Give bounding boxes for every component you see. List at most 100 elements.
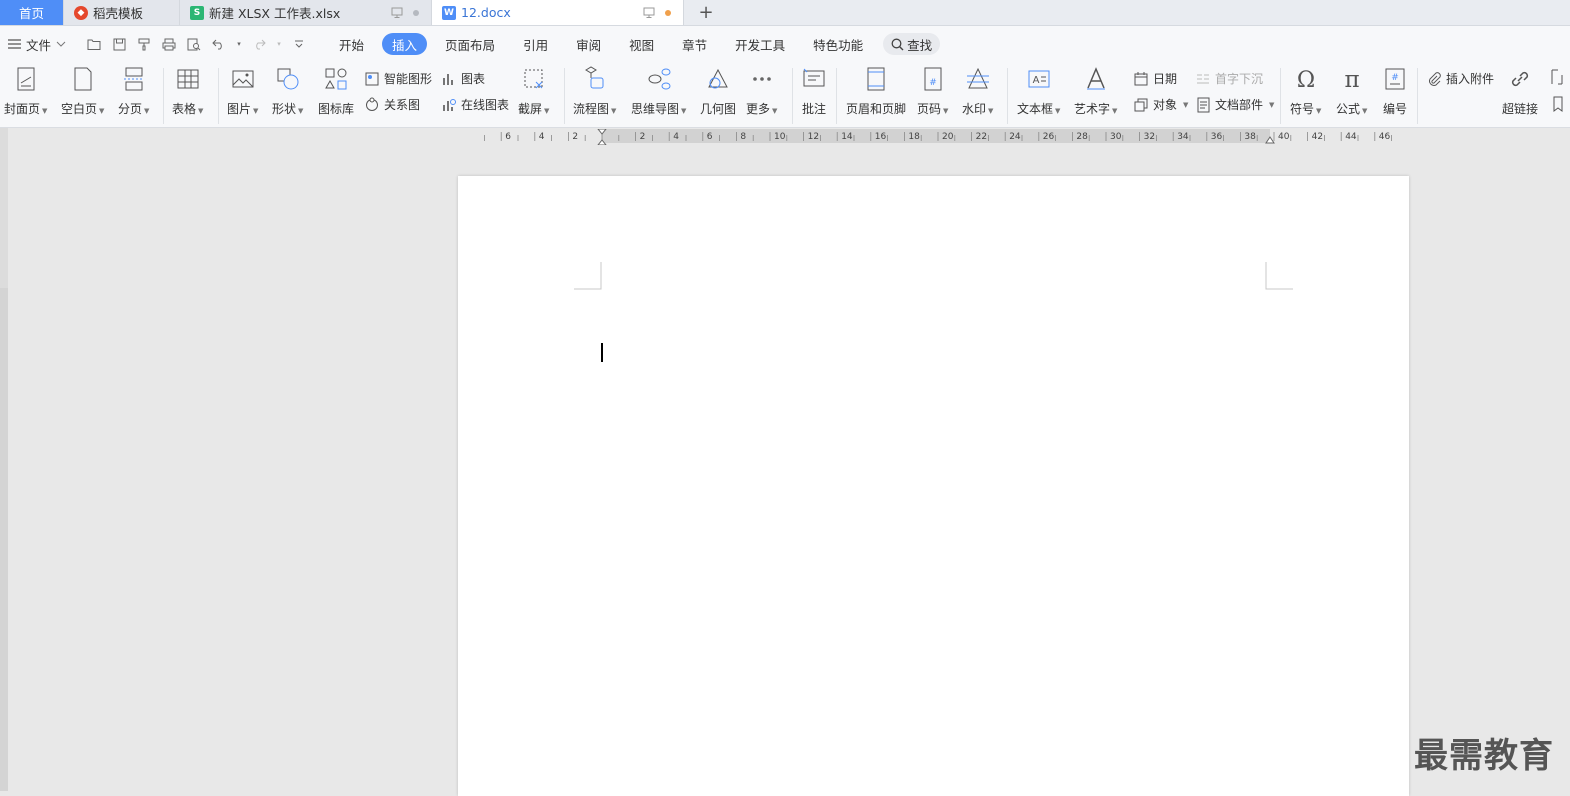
file-menu-button[interactable]: 文件 <box>8 35 66 54</box>
header-footer-button[interactable]: 页眉和页脚 <box>846 66 906 117</box>
date-button[interactable]: 日期 <box>1133 70 1177 87</box>
bookmark-icon[interactable] <box>1551 96 1565 112</box>
ruler-tick-label: 2 <box>640 132 646 142</box>
cross-reference-icon[interactable] <box>1549 68 1567 86</box>
new-tab-button[interactable]: + <box>684 0 728 25</box>
tab-references[interactable]: 引用 <box>509 33 562 55</box>
redo-dropdown-icon[interactable]: ▾ <box>276 36 282 52</box>
watermark-label: 水印 <box>962 102 987 116</box>
formula-button[interactable]: π 公式 ▼ <box>1336 66 1367 117</box>
more-dots-icon <box>752 77 771 81</box>
ruler-tick-label: 24 <box>1009 132 1021 142</box>
svg-text:#: # <box>1391 73 1399 83</box>
print-preview-icon[interactable] <box>186 36 202 52</box>
unsaved-dot-icon <box>413 9 419 16</box>
textbox-button[interactable]: A 文本框 ▼ <box>1017 66 1060 117</box>
tab-home[interactable]: 首页 <box>0 0 64 25</box>
picture-button[interactable]: 图片 ▼ <box>227 66 258 117</box>
blank-page-button[interactable]: 空白页 ▼ <box>61 66 104 117</box>
wordart-button[interactable]: 艺术字 ▼ <box>1074 66 1117 117</box>
tab-section[interactable]: 章节 <box>668 33 721 55</box>
tab-developer[interactable]: 开发工具 <box>721 33 799 55</box>
shape-button[interactable]: 形状 ▼ <box>272 66 303 117</box>
vertical-ruler[interactable] <box>0 128 8 791</box>
monitor-icon[interactable] <box>643 7 655 18</box>
chart-label: 图表 <box>461 72 486 86</box>
drop-cap-label: 首字下沉 <box>1215 72 1264 86</box>
watermark-button[interactable]: 水印 ▼ <box>962 66 993 117</box>
ribbon-separator <box>792 68 793 124</box>
doc-part-button[interactable]: 文档部件 ▼ <box>1195 96 1274 113</box>
document-page[interactable] <box>458 176 1409 796</box>
undo-icon[interactable] <box>211 36 227 52</box>
picture-label: 图片 <box>227 102 252 116</box>
chart-button[interactable]: 图表 <box>441 70 485 87</box>
horizontal-ruler[interactable]: 6 4 2 2 4 6 8 10 12 14 16 18 20 22 24 26 28 30 32 34 36 38 40 4… <box>476 128 1398 146</box>
svg-text:#: # <box>929 78 937 88</box>
monitor-icon[interactable] <box>391 7 403 18</box>
hyperlink-button[interactable]: 超链接 <box>1502 66 1538 117</box>
mindmap-button[interactable]: 思维导图 ▼ <box>631 66 686 117</box>
tab-review[interactable]: 审阅 <box>562 33 615 55</box>
file-menu-label: 文件 <box>26 37 52 53</box>
redo-icon[interactable] <box>251 36 267 52</box>
ribbon-separator <box>218 68 219 124</box>
table-icon <box>177 69 199 89</box>
comment-label: 批注 <box>801 102 826 116</box>
insert-attachment-button[interactable]: 插入附件 <box>1426 70 1494 87</box>
geometry-icon <box>708 68 728 89</box>
relation-diagram-button[interactable]: 关系图 <box>364 96 420 113</box>
tab-start[interactable]: 开始 <box>325 33 378 55</box>
ruler-tick-label: 38 <box>1244 132 1256 142</box>
print-icon[interactable] <box>161 36 177 52</box>
drop-cap-button[interactable]: 首字下沉 <box>1195 70 1263 87</box>
smartart-button[interactable]: 智能图形 <box>364 70 432 87</box>
geometry-button[interactable]: 几何图 <box>700 66 736 117</box>
margin-corner-mark <box>1265 262 1293 290</box>
tab-page-layout[interactable]: 页面布局 <box>431 33 509 55</box>
hamburger-icon <box>8 39 21 49</box>
formula-label: 公式 <box>1336 102 1361 116</box>
tab-template[interactable]: ◆ 稻壳模板 <box>64 0 180 25</box>
table-button[interactable]: 表格 ▼ <box>172 66 203 117</box>
online-chart-button[interactable]: 在线图表 <box>441 96 509 113</box>
open-folder-icon[interactable] <box>86 36 102 52</box>
page-break-button[interactable]: 分页 ▼ <box>118 66 149 117</box>
save-icon[interactable] <box>111 36 127 52</box>
tab-special[interactable]: 特色功能 <box>799 33 877 55</box>
search-label: 查找 <box>907 37 933 53</box>
shape-icon <box>277 68 299 90</box>
chevron-down-icon <box>56 41 66 47</box>
page-number-button[interactable]: # 页码 ▼ <box>917 66 948 117</box>
tab-insert[interactable]: 插入 <box>382 33 428 55</box>
mindmap-icon <box>648 68 671 90</box>
text-cursor <box>601 343 603 362</box>
symbol-button[interactable]: Ω 符号 ▼ <box>1290 66 1321 117</box>
ruler-tick-label: 28 <box>1076 132 1088 142</box>
ruler-tick-label: 6 <box>505 132 511 142</box>
ruler-tick-label: 26 <box>1043 132 1055 142</box>
ruler-tick-label: 30 <box>1110 132 1122 142</box>
tab-docx[interactable]: W 12.docx <box>432 0 684 25</box>
cover-page-button[interactable]: 封面页 ▼ <box>4 66 47 117</box>
object-button[interactable]: 对象 ▼ <box>1133 96 1188 113</box>
pi-icon: π <box>1344 67 1359 92</box>
format-painter-icon[interactable] <box>136 36 152 52</box>
more-button[interactable]: 更多 ▼ <box>746 66 777 117</box>
blank-page-label: 空白页 <box>61 102 98 116</box>
undo-dropdown-icon[interactable]: ▾ <box>236 36 242 52</box>
ruler-scale: 6 4 2 2 4 6 8 10 12 14 16 18 20 22 24 26 28 30 32 34 36 38 40 4… <box>483 128 1392 146</box>
flowchart-button[interactable]: 流程图 ▼ <box>573 66 616 117</box>
customize-toolbar-icon[interactable] <box>291 36 307 52</box>
search-button[interactable]: 查找 <box>883 33 941 55</box>
ribbon-separator <box>163 68 164 124</box>
tab-xlsx[interactable]: S 新建 XLSX 工作表.xlsx <box>180 0 432 25</box>
icon-library-button[interactable]: 图标库 <box>318 66 354 117</box>
numbering-icon: # <box>1385 68 1405 90</box>
tab-view[interactable]: 视图 <box>615 33 668 55</box>
ruler-tick-label: 2 <box>572 132 578 142</box>
ribbon-separator <box>1007 68 1008 124</box>
comment-button[interactable]: 批注 <box>801 66 827 117</box>
screenshot-button[interactable]: 截屏 ▼ <box>518 66 549 117</box>
numbering-button[interactable]: # 编号 <box>1382 66 1408 117</box>
